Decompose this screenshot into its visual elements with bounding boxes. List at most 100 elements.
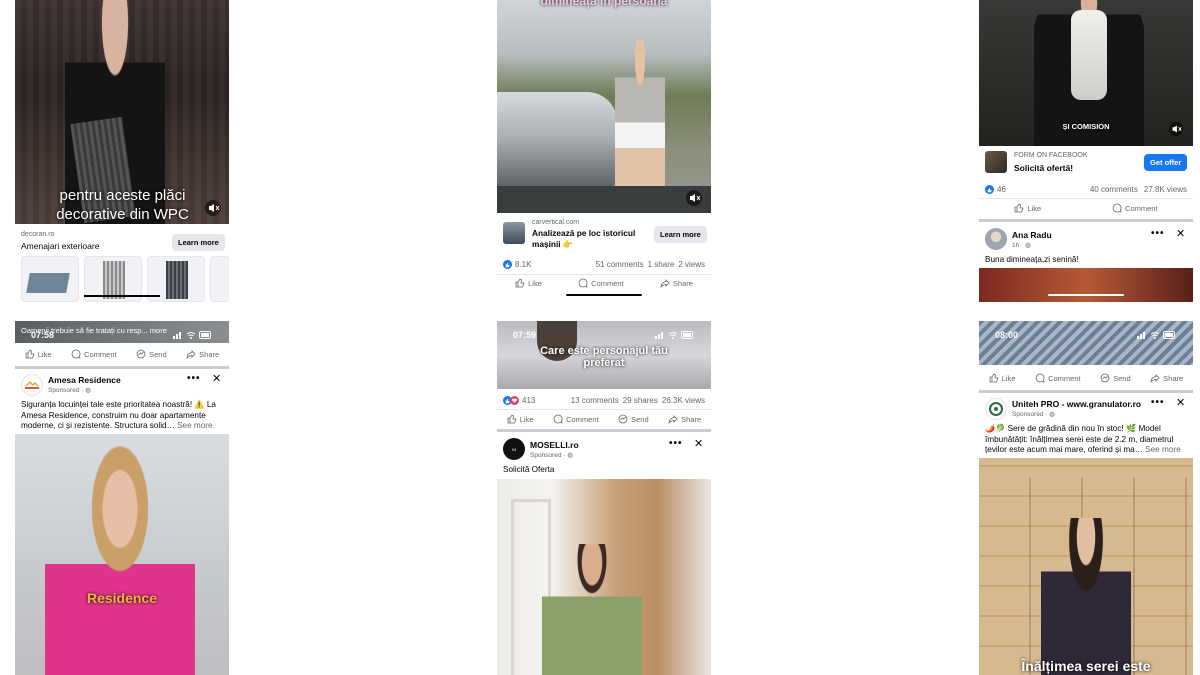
system-icons <box>173 331 213 339</box>
form-title: Solicită ofertă! <box>1014 163 1074 173</box>
close-icon[interactable]: ✕ <box>694 437 703 450</box>
page-name[interactable]: Amesa Residence <box>48 375 121 385</box>
comment-button[interactable]: Comment <box>1035 373 1081 383</box>
like-icon <box>507 414 517 424</box>
signal-icon <box>1137 332 1145 339</box>
video-caption: pentru aceste plăci decorative din WPC <box>56 187 189 223</box>
form-label: FORM ON FACEBOOK <box>1014 152 1088 159</box>
feed-divider <box>979 219 1193 222</box>
like-button[interactable]: Like <box>507 414 534 424</box>
feed-screen-amesa: Oamenii trebuie să fie tratați cu resp..… <box>15 321 229 675</box>
home-indicator <box>1048 294 1124 296</box>
see-more-link[interactable]: See more <box>177 421 213 430</box>
video-amesa[interactable]: Residence <box>15 434 229 675</box>
post-body: Solicită Oferta <box>503 465 555 474</box>
page-avatar[interactable]: M <box>503 438 525 460</box>
close-icon[interactable]: ✕ <box>212 372 221 385</box>
battery-icon <box>199 331 211 339</box>
video-decoran[interactable]: pentru aceste plăci decorative din WPC <box>15 0 229 224</box>
status-bar: 07:58 <box>15 325 229 345</box>
like-icon <box>25 349 35 359</box>
share-button[interactable]: Share <box>1150 373 1183 383</box>
share-button[interactable]: Share <box>186 349 219 359</box>
signal-icon <box>173 332 181 339</box>
learn-more-button[interactable]: Learn more <box>654 226 707 243</box>
send-button[interactable]: Send <box>618 414 649 424</box>
engagement-stats: 8.1K 51 comments 1 share 2 views <box>497 258 711 270</box>
feed-screen-moselli: Care este personajul tău preferat 07:59 … <box>497 321 711 675</box>
mute-icon[interactable] <box>686 190 702 206</box>
feed-divider <box>979 390 1193 393</box>
like-button[interactable]: Like <box>989 373 1016 383</box>
share-button[interactable]: Share <box>660 278 693 288</box>
author-avatar[interactable] <box>985 228 1007 250</box>
ad-domain: decoran.ro <box>21 231 55 238</box>
globe-icon: ◍ <box>1049 411 1055 418</box>
get-offer-button[interactable]: Get offer <box>1144 154 1188 171</box>
page-avatar[interactable] <box>985 398 1007 420</box>
comment-button[interactable]: Comment <box>553 414 599 424</box>
road-shadow <box>497 186 711 213</box>
more-options-icon[interactable]: ••• <box>1151 228 1165 239</box>
more-options-icon[interactable]: ••• <box>669 438 683 449</box>
send-button[interactable]: Send <box>1100 373 1131 383</box>
ad-card-carvertical: dimineața în persoană carvertical.com An… <box>497 0 711 302</box>
system-icons <box>655 331 695 339</box>
action-bar: Like Comment <box>979 202 1193 214</box>
video-caption: dimineața în persoană <box>540 0 668 8</box>
carousel-item[interactable] <box>21 256 79 302</box>
share-icon <box>660 279 670 288</box>
car-shape <box>497 92 617 187</box>
like-button[interactable]: Like <box>515 278 542 288</box>
carousel-scroll-indicator <box>84 295 160 297</box>
action-bar: Like Comment Send Share <box>979 371 1193 385</box>
like-reaction-icon <box>503 259 512 269</box>
action-bar: Like Comment Share <box>497 277 711 289</box>
video-carvertical[interactable]: dimineața în persoană <box>497 0 711 213</box>
share-button[interactable]: Share <box>668 414 701 424</box>
post-body: Siguranța locuinței tale este prioritate… <box>21 400 216 430</box>
comment-button[interactable]: Comment <box>1112 203 1158 213</box>
more-options-icon[interactable]: ••• <box>187 373 201 384</box>
presenter-figure <box>1041 518 1131 675</box>
see-more-link[interactable]: See more <box>1145 445 1181 454</box>
wifi-icon <box>186 332 196 339</box>
carousel-item[interactable] <box>210 256 229 302</box>
system-icons <box>1137 331 1177 339</box>
presenter-figure <box>542 544 642 675</box>
close-icon[interactable]: ✕ <box>1176 227 1185 240</box>
video-form-ad[interactable]: ȘI COMISION <box>979 0 1193 146</box>
comment-icon <box>578 278 588 288</box>
like-button[interactable]: Like <box>25 349 52 359</box>
close-icon[interactable]: ✕ <box>1176 396 1185 409</box>
video-caption: Înălțimea serei este <box>1021 658 1151 674</box>
ad-card-decoran: pentru aceste plăci decorative din WPC d… <box>15 0 229 302</box>
messenger-icon <box>618 414 628 424</box>
comment-icon <box>553 414 563 424</box>
video-uniteh[interactable]: Înălțimea serei este <box>979 458 1193 675</box>
post-image[interactable] <box>979 268 1193 302</box>
page-name[interactable]: Uniteh PRO - www.granulator.ro <box>1012 399 1141 409</box>
send-button[interactable]: Send <box>136 349 167 359</box>
video-moselli[interactable] <box>497 479 711 675</box>
globe-icon: ◍ <box>567 452 573 459</box>
clock: 08:00 <box>995 330 1019 340</box>
ad-headline: Amenajari exterioare <box>21 241 100 251</box>
form-thumbnail <box>985 151 1007 173</box>
ad-domain: carvertical.com <box>532 219 580 226</box>
post-body: Buna dimineața,zi senină! <box>985 255 1079 264</box>
feed-divider <box>497 429 711 432</box>
more-options-icon[interactable]: ••• <box>1151 397 1165 408</box>
author-name[interactable]: Ana Radu <box>1012 230 1052 240</box>
like-button[interactable]: Like <box>1014 203 1041 213</box>
comment-button[interactable]: Comment <box>578 278 624 288</box>
share-icon <box>668 415 678 424</box>
sponsored-label: Sponsored · ◍ <box>530 452 573 459</box>
wifi-icon <box>1150 332 1160 339</box>
page-name[interactable]: MOSELLI.ro <box>530 440 579 450</box>
mute-icon[interactable] <box>1169 122 1183 136</box>
learn-more-button[interactable]: Learn more <box>172 234 225 251</box>
comment-button[interactable]: Comment <box>71 349 117 359</box>
page-avatar[interactable] <box>21 374 43 396</box>
mute-icon[interactable] <box>205 200 221 216</box>
